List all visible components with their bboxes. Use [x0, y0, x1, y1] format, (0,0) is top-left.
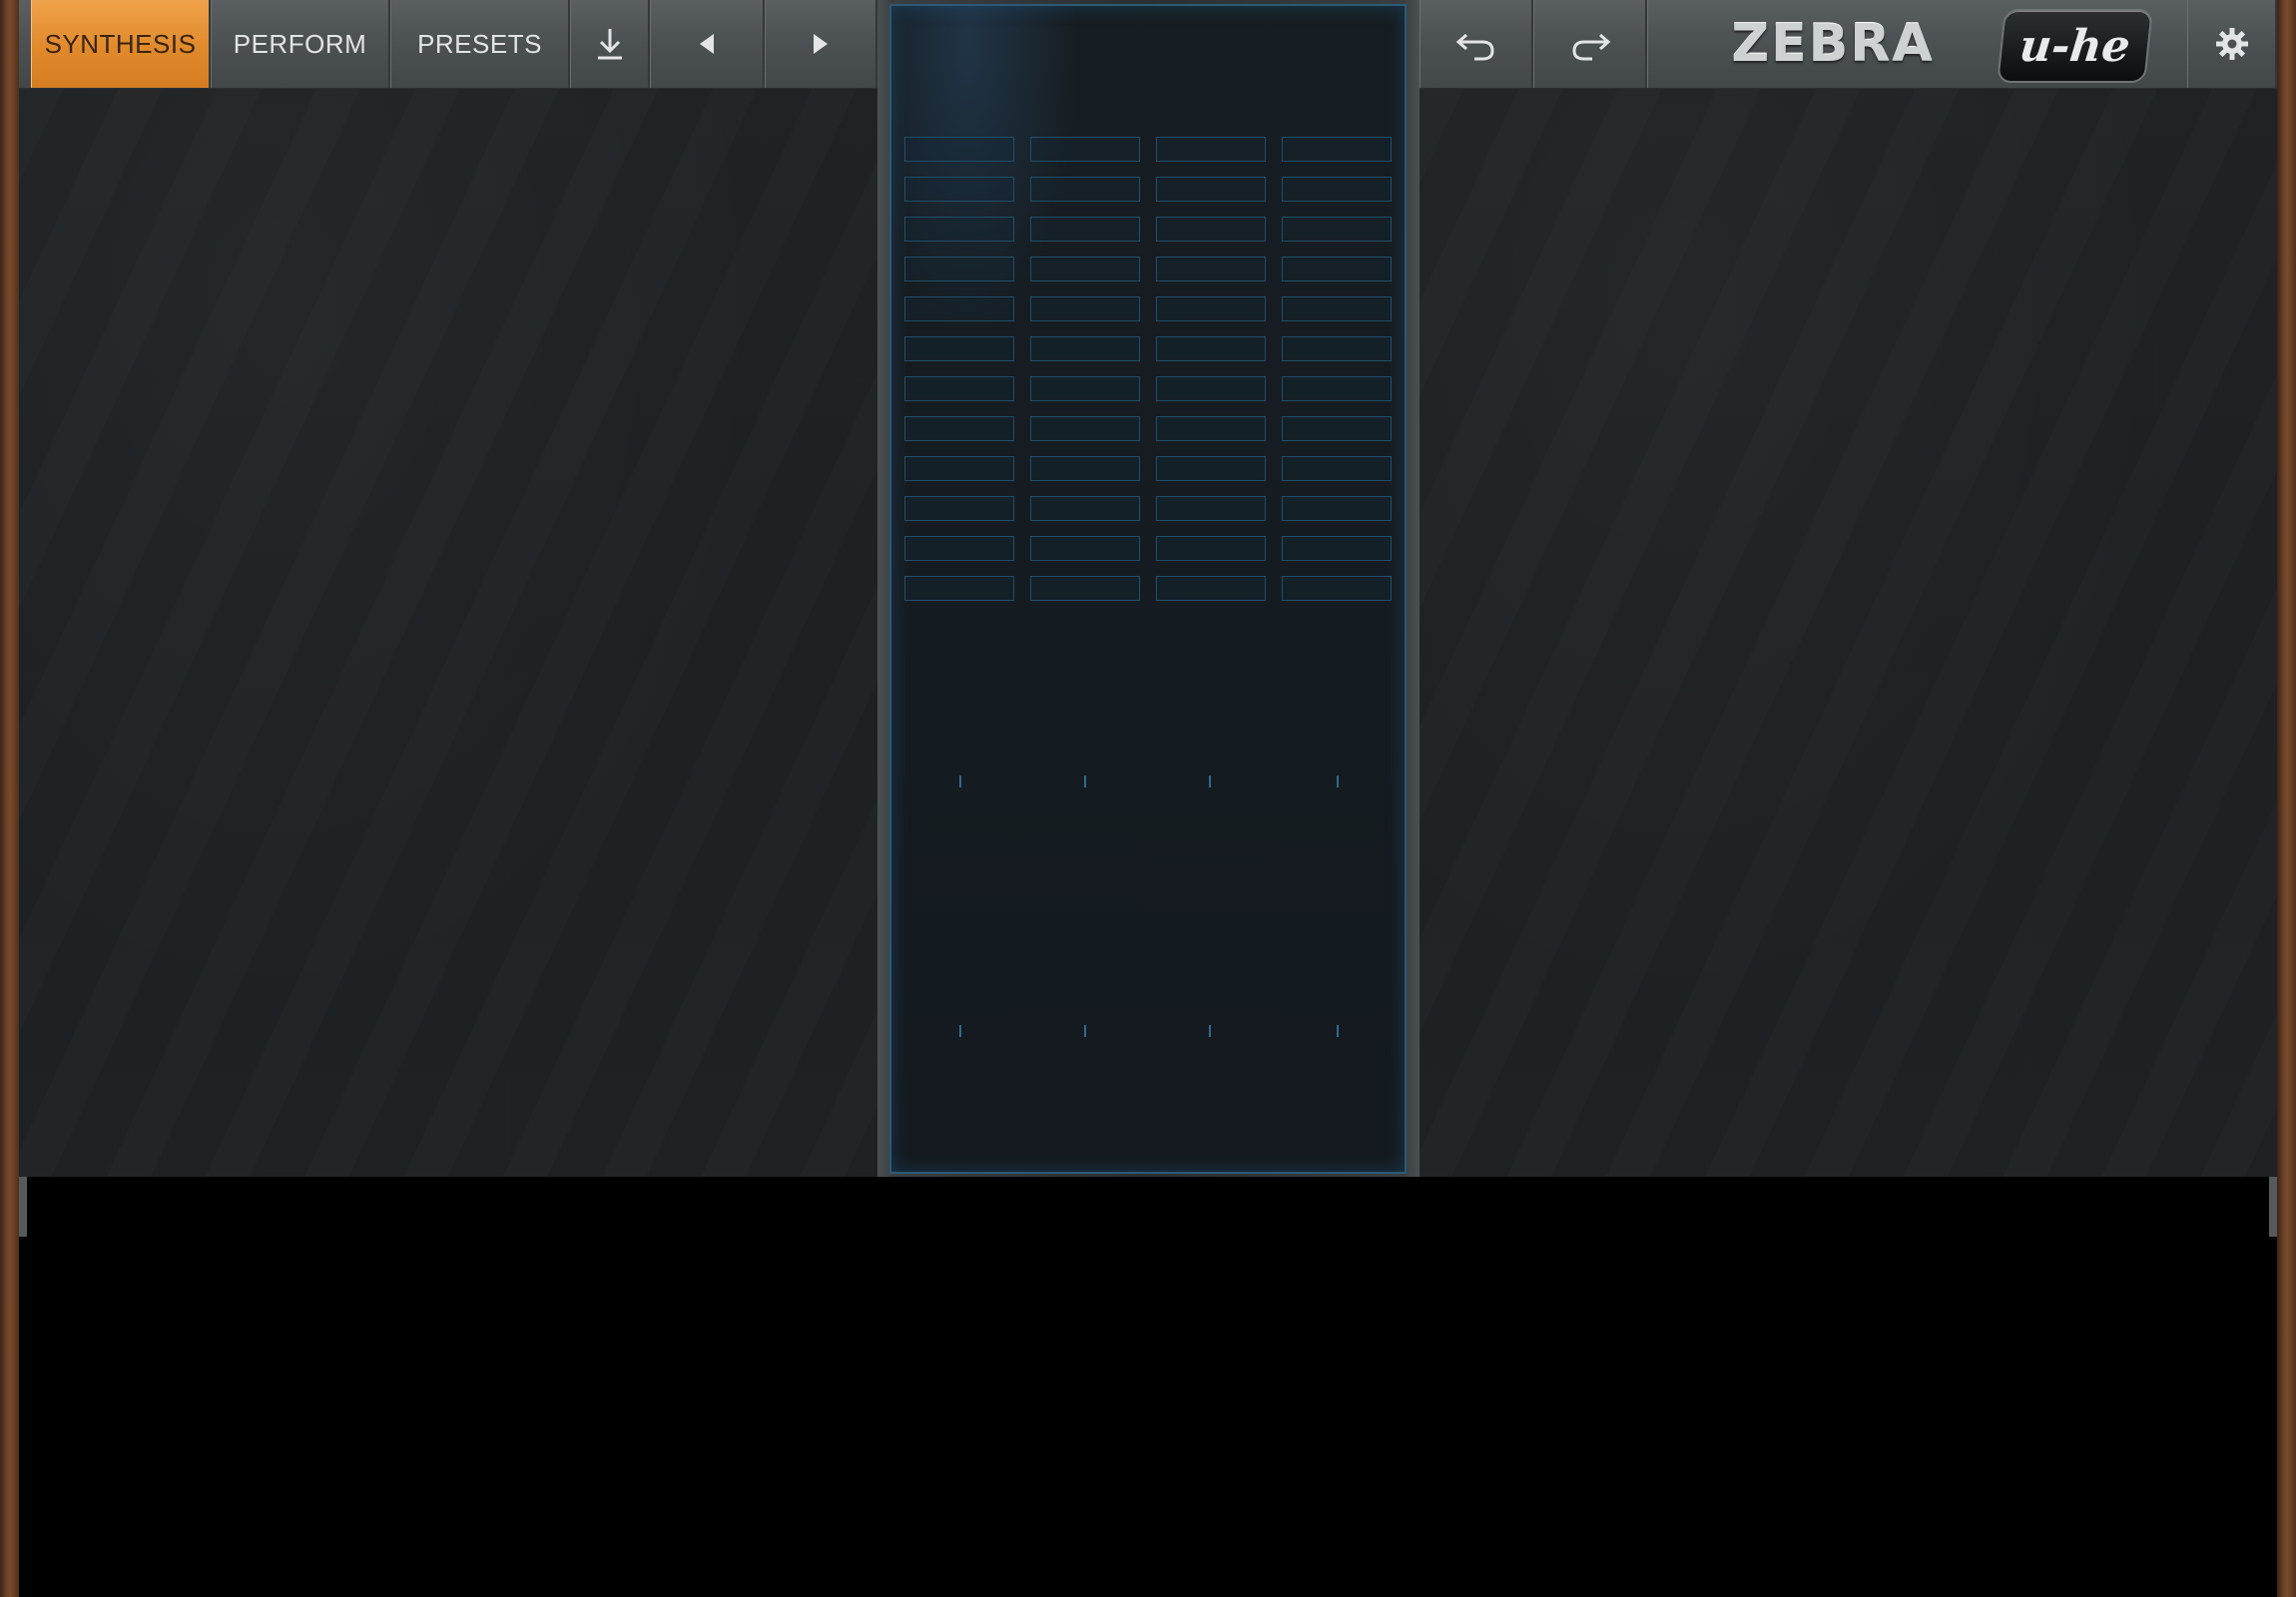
- module-slot[interactable]: [1156, 137, 1266, 162]
- module-slot[interactable]: [904, 336, 1014, 361]
- module-slot[interactable]: [1030, 496, 1140, 521]
- undo-button[interactable]: [1420, 0, 1533, 88]
- module-slot[interactable]: [1282, 576, 1392, 601]
- grid-marker: [959, 776, 961, 788]
- module-slot[interactable]: [1282, 217, 1392, 242]
- module-slot[interactable]: [904, 456, 1014, 481]
- module-slot[interactable]: [1030, 576, 1140, 601]
- module-slot[interactable]: [1156, 296, 1266, 321]
- save-preset-button[interactable]: [570, 0, 650, 88]
- wood-side-panel-right: [2277, 0, 2296, 1597]
- grid-marker: [1337, 1025, 1339, 1037]
- module-slot[interactable]: [1030, 536, 1140, 561]
- module-slot[interactable]: [904, 576, 1014, 601]
- bottom-right-edge: [2269, 1177, 2277, 1237]
- u-he-logo: u-he: [1997, 9, 2153, 83]
- module-slot[interactable]: [1282, 296, 1392, 321]
- tab-synthesis[interactable]: SYNTHESIS: [31, 0, 211, 88]
- module-slot[interactable]: [904, 177, 1014, 202]
- download-icon: [597, 29, 622, 60]
- toolbar-left: SYNTHESIS PERFORM PRESETS: [19, 0, 877, 89]
- module-slot[interactable]: [1156, 416, 1266, 441]
- module-slot[interactable]: [1156, 336, 1266, 361]
- module-slot[interactable]: [1030, 217, 1140, 242]
- tab-synthesis-label: SYNTHESIS: [44, 28, 197, 59]
- module-slot[interactable]: [1282, 376, 1392, 401]
- module-slot[interactable]: [904, 217, 1014, 242]
- tab-presets[interactable]: PRESETS: [390, 0, 570, 88]
- redo-button[interactable]: [1533, 0, 1647, 88]
- module-slot[interactable]: [1282, 456, 1392, 481]
- module-slot[interactable]: [1282, 137, 1392, 162]
- module-slot[interactable]: [1030, 456, 1140, 481]
- module-slot[interactable]: [904, 257, 1014, 281]
- module-slot[interactable]: [1156, 177, 1266, 202]
- module-slot[interactable]: [1282, 257, 1392, 281]
- module-slot[interactable]: [904, 376, 1014, 401]
- tab-presets-label: PRESETS: [417, 28, 542, 59]
- module-slot[interactable]: [1156, 217, 1266, 242]
- bottom-area: [19, 1177, 2277, 1597]
- module-slot[interactable]: [904, 536, 1014, 561]
- module-slot[interactable]: [1030, 177, 1140, 202]
- module-slot[interactable]: [1282, 336, 1392, 361]
- module-slot[interactable]: [904, 416, 1014, 441]
- grid-marker: [1084, 1025, 1086, 1037]
- gear-icon: [2215, 28, 2248, 60]
- module-slot[interactable]: [1030, 336, 1140, 361]
- undo-icon: [1455, 33, 1494, 61]
- triangle-right-icon: [814, 34, 828, 54]
- module-slot[interactable]: [1030, 257, 1140, 281]
- triangle-left-icon: [700, 34, 714, 54]
- grid-marker: [1209, 1025, 1211, 1037]
- redo-icon: [1571, 33, 1610, 61]
- grid-marker: [1337, 776, 1339, 788]
- module-slot[interactable]: [1156, 257, 1266, 281]
- right-module-panel: [1420, 89, 2277, 1177]
- grid-marker: [1209, 776, 1211, 788]
- left-module-panel: [19, 89, 877, 1177]
- module-slot[interactable]: [1156, 496, 1266, 521]
- grid-marker: [1084, 776, 1086, 788]
- module-slot[interactable]: [1156, 456, 1266, 481]
- module-slot[interactable]: [1030, 137, 1140, 162]
- module-slot[interactable]: [1282, 416, 1392, 441]
- module-slot[interactable]: [1030, 296, 1140, 321]
- bottom-left-edge: [19, 1177, 27, 1237]
- module-slot[interactable]: [1030, 416, 1140, 441]
- wood-side-panel-left: [0, 0, 19, 1597]
- module-slot[interactable]: [1282, 177, 1392, 202]
- module-slot[interactable]: [1156, 536, 1266, 561]
- previous-preset-button[interactable]: [650, 0, 765, 88]
- tab-perform-label: PERFORM: [233, 28, 367, 59]
- module-slot[interactable]: [1156, 576, 1266, 601]
- module-slot[interactable]: [904, 296, 1014, 321]
- grid-marker: [959, 1025, 961, 1037]
- module-slot[interactable]: [1030, 376, 1140, 401]
- module-slot[interactable]: [1282, 496, 1392, 521]
- zebra-logo: ZEBRA: [1731, 14, 1935, 74]
- module-slot[interactable]: [904, 496, 1014, 521]
- tab-perform[interactable]: PERFORM: [211, 0, 390, 88]
- module-slot[interactable]: [904, 137, 1014, 162]
- module-slot[interactable]: [1156, 376, 1266, 401]
- next-preset-button[interactable]: [765, 0, 877, 88]
- module-slot[interactable]: [1282, 536, 1392, 561]
- settings-button[interactable]: [2187, 0, 2277, 88]
